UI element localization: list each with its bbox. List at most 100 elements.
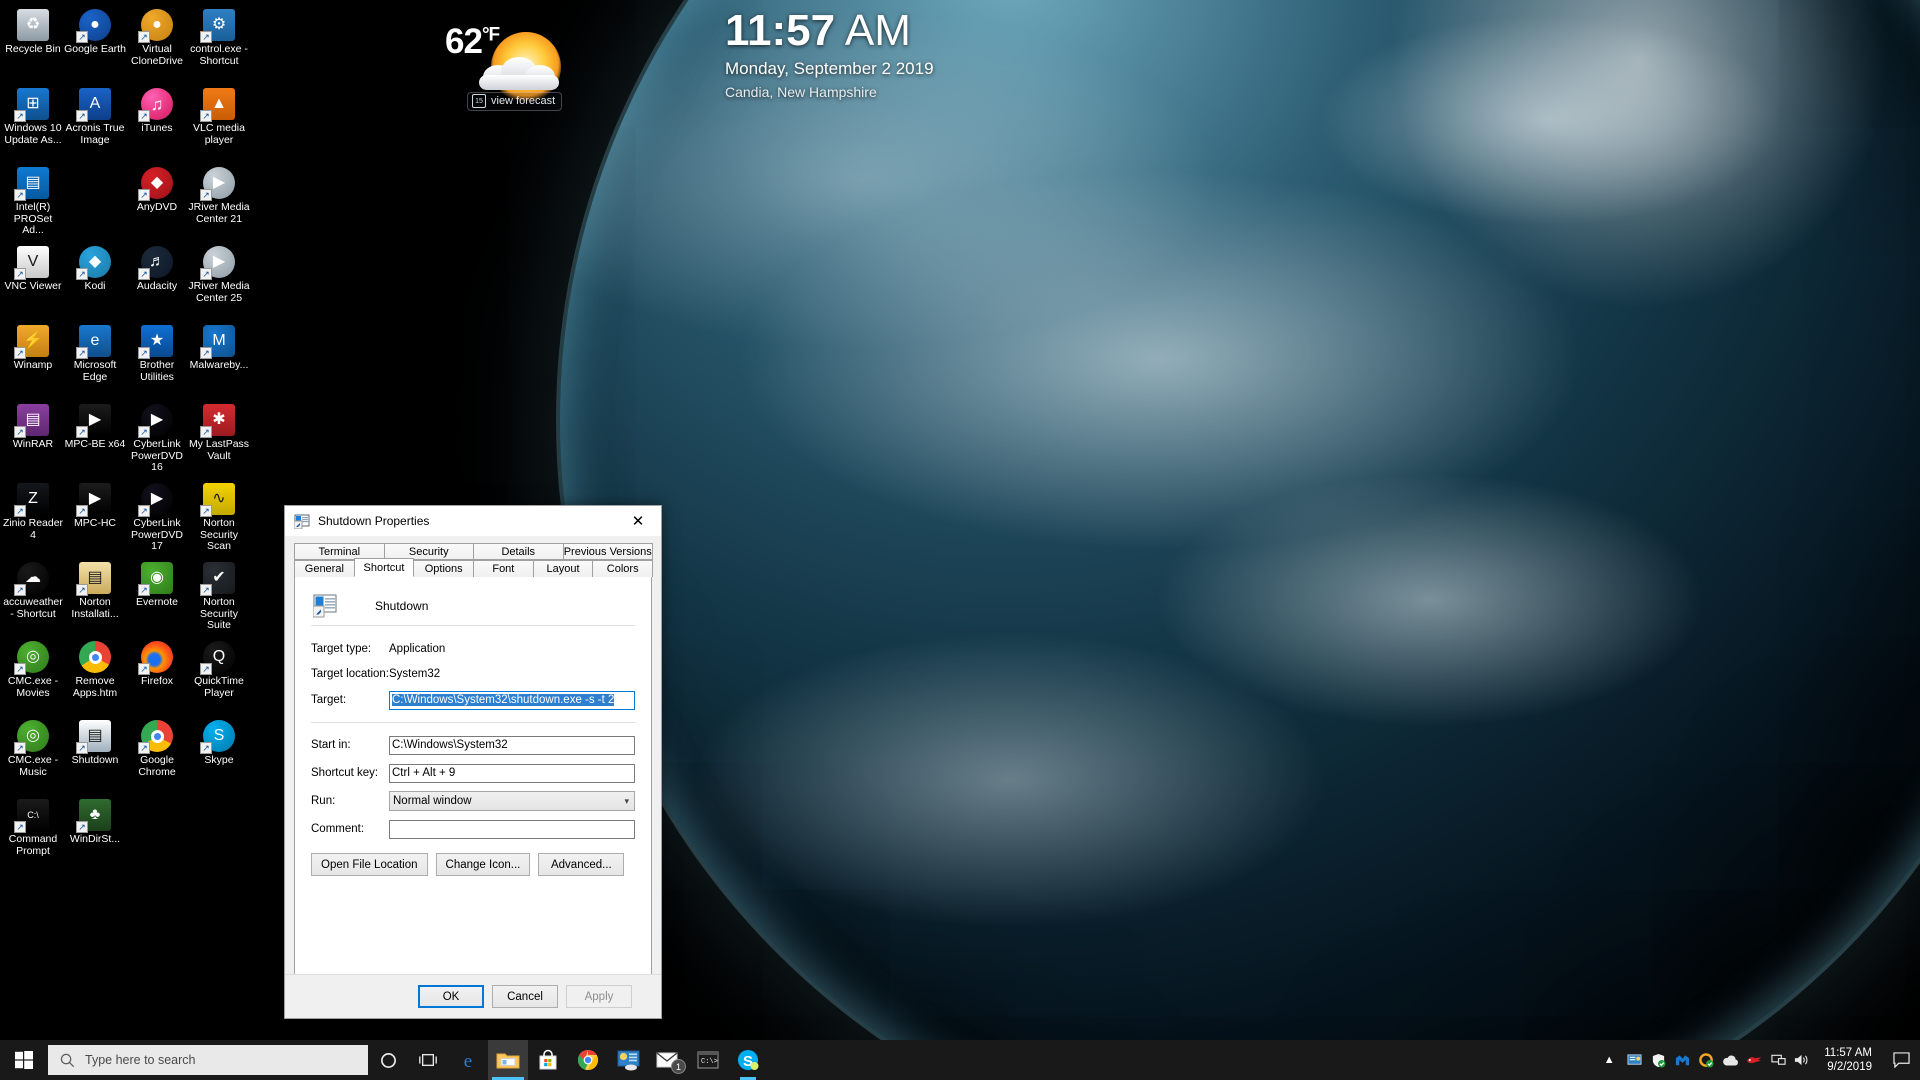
desktop-icon-norton-security-scan[interactable]: ∿ ↗ Norton Security Scan	[188, 478, 250, 557]
volume-tray-icon[interactable]	[1790, 1040, 1814, 1080]
desktop-icon-jriver-media-center-25[interactable]: ▶ ↗ JRiver Media Center 25	[188, 241, 250, 320]
desktop-icon-windirst[interactable]: ♣ ↗ WinDirSt...	[64, 794, 126, 873]
norton-security-suite-icon: ✔ ↗	[200, 562, 235, 596]
change-icon-button[interactable]: Change Icon...	[435, 853, 531, 876]
desktop-icon-malwareby[interactable]: M ↗ Malwareby...	[188, 320, 250, 399]
network-tray-icon[interactable]	[1766, 1040, 1790, 1080]
desktop-icon-command-prompt[interactable]: C:\ ↗ Command Prompt	[2, 794, 64, 873]
tab-previous-versions[interactable]: Previous Versions	[562, 543, 653, 560]
desktop-icon-intel-r-proset-ad[interactable]: ▤ ↗ Intel(R) PROSet Ad...	[2, 162, 64, 241]
desktop-icon-recycle-bin[interactable]: ♻ Recycle Bin	[2, 4, 64, 83]
open-file-location-button[interactable]: Open File Location	[311, 853, 428, 876]
taskbar-clock[interactable]: 11:57 AM 9/2/2019	[1814, 1046, 1884, 1074]
run-select[interactable]: Normal window ▾	[389, 791, 635, 811]
desktop-icon-shutdown[interactable]: ▤ ↗ Shutdown	[64, 715, 126, 794]
desktop-icon-google-earth[interactable]: ● ↗ Google Earth	[64, 4, 126, 83]
cancel-button[interactable]: Cancel	[492, 985, 558, 1008]
tab-layout[interactable]: Layout	[532, 560, 594, 577]
desktop-icon-google-chrome[interactable]: ↗ Google Chrome	[126, 715, 188, 794]
desktop[interactable]: ♻ Recycle Bin ● ↗ Google Earth ● ↗ Virtual Clon…	[0, 0, 1920, 1080]
desktop-icon-skype[interactable]: S ↗ Skype	[188, 715, 250, 794]
desktop-icon-firefox[interactable]: ↗ Firefox	[126, 636, 188, 715]
tab-shortcut[interactable]: Shortcut	[353, 558, 415, 577]
start-in-input[interactable]: C:\Windows\System32	[389, 735, 635, 755]
desktop-icon-remove-apps-htm[interactable]: Remove Apps.htm	[64, 636, 126, 715]
advanced-button[interactable]: Advanced...	[538, 853, 625, 876]
action-center-button[interactable]	[1884, 1040, 1918, 1080]
control-panel-taskbar-icon[interactable]	[608, 1040, 648, 1080]
cortana-button[interactable]	[368, 1040, 408, 1080]
google-chrome-taskbar-icon[interactable]	[568, 1040, 608, 1080]
desktop-icon-jriver-media-center-21[interactable]: ▶ ↗ JRiver Media Center 21	[188, 162, 250, 241]
start-button[interactable]	[0, 1040, 48, 1080]
file-explorer-taskbar-icon[interactable]	[488, 1040, 528, 1080]
microsoft-store-taskbar-icon[interactable]	[528, 1040, 568, 1080]
desktop-icon-my-lastpass-vault[interactable]: ✱ ↗ My LastPass Vault	[188, 399, 250, 478]
desktop-icon-norton-security-suite[interactable]: ✔ ↗ Norton Security Suite	[188, 557, 250, 636]
desktop-icon-kodi[interactable]: ◆ ↗ Kodi	[64, 241, 126, 320]
desktop-icon-vnc-viewer[interactable]: V ↗ VNC Viewer	[2, 241, 64, 320]
weather-gadget[interactable]: 62°F 15 view forecast	[445, 10, 595, 120]
desktop-icon-label: Acronis True Image	[65, 123, 125, 146]
desktop-icon-winamp[interactable]: ⚡ ↗ Winamp	[2, 320, 64, 399]
desktop-icon-cyberlink-powerdvd-17[interactable]: ▶ ↗ CyberLink PowerDVD 17	[126, 478, 188, 557]
view-forecast-link[interactable]: 15 view forecast	[467, 92, 563, 111]
desktop-icon-mpc-hc[interactable]: ▶ ↗ MPC-HC	[64, 478, 126, 557]
tab-general[interactable]: General	[294, 560, 355, 577]
task-view-button[interactable]	[408, 1040, 448, 1080]
desktop-icon-anydvd[interactable]: ◆ ↗ AnyDVD	[126, 162, 188, 241]
desktop-icon-itunes[interactable]: ♫ ↗ iTunes	[126, 83, 188, 162]
field-target[interactable]: Target: C:\Windows\System32\shutdown.exe…	[295, 686, 651, 714]
desktop-icon-control-exe-shortcut[interactable]: ⚙ ↗ control.exe - Shortcut	[188, 4, 250, 83]
microsoft-edge-taskbar-icon[interactable]: e	[448, 1040, 488, 1080]
field-shortcut-key[interactable]: Shortcut key: Ctrl + Alt + 9	[295, 759, 651, 787]
field-run[interactable]: Run: Normal window ▾	[295, 787, 651, 815]
mail-badge: 1	[671, 1059, 686, 1074]
desktop-icon-norton-installati[interactable]: ▤ ↗ Norton Installati...	[64, 557, 126, 636]
close-icon[interactable]: ✕	[615, 506, 661, 536]
desktop-icon-brother-utilities[interactable]: ★ ↗ Brother Utilities	[126, 320, 188, 399]
desktop-icon-cmc-exe-movies[interactable]: ◎ ↗ CMC.exe - Movies	[2, 636, 64, 715]
cyberlink-powerdvd-17-icon: ▶ ↗	[138, 483, 173, 517]
desktop-icon-evernote[interactable]: ◉ ↗ Evernote	[126, 557, 188, 636]
show-hidden-icons-chevron[interactable]: ▲	[1596, 1040, 1622, 1080]
tab-colors[interactable]: Colors	[592, 560, 654, 577]
desktop-icon-vlc-media-player[interactable]: ▲ ↗ VLC media player	[188, 83, 250, 162]
command-prompt-taskbar-icon[interactable]: C:\>	[688, 1040, 728, 1080]
tab-details[interactable]: Details	[473, 543, 564, 560]
desktop-icon-quicktime-player[interactable]: Q ↗ QuickTime Player	[188, 636, 250, 715]
desktop-icon-cyberlink-powerdvd-16[interactable]: ▶ ↗ CyberLink PowerDVD 16	[126, 399, 188, 478]
desktop-icon-cmc-exe-music[interactable]: ◎ ↗ CMC.exe - Music	[2, 715, 64, 794]
desktop-icon-acronis-true-image[interactable]: A ↗ Acronis True Image	[64, 83, 126, 162]
desktop-icon-microsoft-edge[interactable]: e ↗ Microsoft Edge	[64, 320, 126, 399]
network-adapter-tray-icon[interactable]	[1622, 1040, 1646, 1080]
ok-button[interactable]: OK	[418, 985, 484, 1008]
desktop-icon-winrar[interactable]: ▤ ↗ WinRAR	[2, 399, 64, 478]
shortcut-key-input[interactable]: Ctrl + Alt + 9	[389, 763, 635, 783]
norton-tray-icon[interactable]	[1694, 1040, 1718, 1080]
anydvd-tray-icon[interactable]	[1742, 1040, 1766, 1080]
skype-taskbar-icon[interactable]: S	[728, 1040, 768, 1080]
tab-options[interactable]: Options	[413, 560, 475, 577]
dialog-titlebar[interactable]: Shutdown Properties ✕	[285, 506, 661, 537]
desktop-icon-mpc-be-x64[interactable]: ▶ ↗ MPC-BE x64	[64, 399, 126, 478]
field-start-in[interactable]: Start in: C:\Windows\System32	[295, 731, 651, 759]
windows-defender-tray-icon[interactable]	[1646, 1040, 1670, 1080]
desktop-icon-zinio-reader-4[interactable]: Z ↗ Zinio Reader 4	[2, 478, 64, 557]
google-earth-icon: ● ↗	[76, 9, 111, 43]
desktop-icon-windows-10-update-as[interactable]: ⊞ ↗ Windows 10 Update As...	[2, 83, 64, 162]
field-comment[interactable]: Comment:	[295, 815, 651, 843]
desktop-icon-virtual-clonedrive[interactable]: ● ↗ Virtual CloneDrive	[126, 4, 188, 83]
malwarebytes-tray-icon[interactable]	[1670, 1040, 1694, 1080]
clock-gadget[interactable]: 11:57 AM Monday, September 2 2019 Candia…	[725, 6, 934, 103]
taskbar[interactable]: Type here to search e 1 C:\> S ▲ 11:57 A…	[0, 1040, 1920, 1080]
onedrive-tray-icon[interactable]	[1718, 1040, 1742, 1080]
comment-input[interactable]	[389, 819, 635, 839]
shutdown-properties-dialog[interactable]: Shutdown Properties ✕ Terminal Security De…	[284, 505, 662, 1019]
mail-taskbar-icon[interactable]: 1	[648, 1040, 688, 1080]
tab-font[interactable]: Font	[473, 560, 534, 577]
search-input[interactable]: Type here to search	[48, 1045, 368, 1075]
desktop-icon-audacity[interactable]: ♬ ↗ Audacity	[126, 241, 188, 320]
desktop-icon-accuweather-shortcut[interactable]: ☁ ↗ accuweather - Shortcut	[2, 557, 64, 636]
target-input[interactable]: C:\Windows\System32\shutdown.exe -s -t 2	[389, 690, 635, 710]
